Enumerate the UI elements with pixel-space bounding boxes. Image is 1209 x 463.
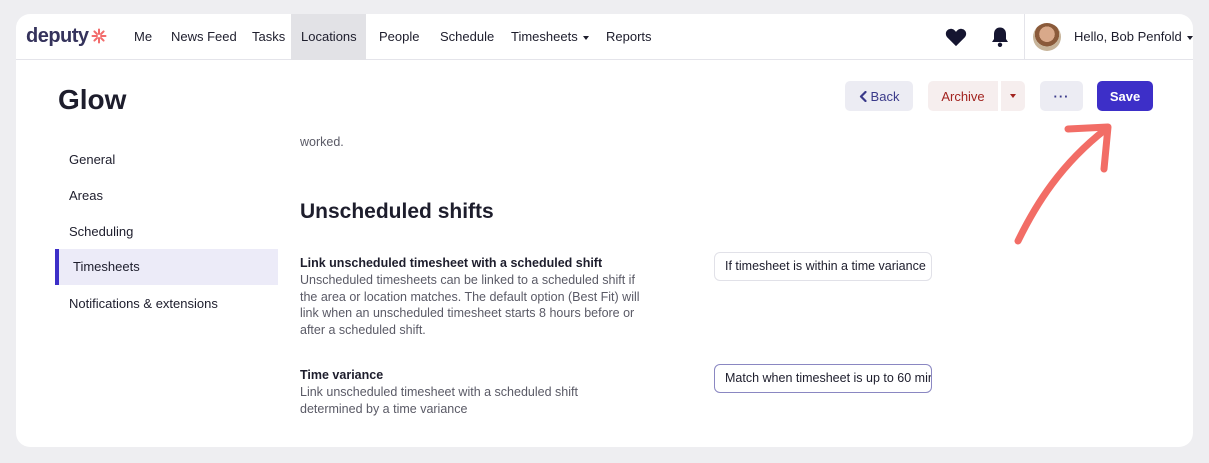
nav-item-people[interactable]: People [369, 14, 429, 60]
nav-item-label: Timesheets [511, 29, 578, 44]
back-label: Back [870, 88, 900, 104]
sidebar-item-timesheets[interactable]: Timesheets [55, 249, 278, 285]
nav-item-tasks[interactable]: Tasks [242, 14, 295, 60]
archive-label: Archive [941, 88, 985, 104]
setting-description: Unscheduled timesheets can be linked to … [300, 273, 640, 337]
nav-item-label: News Feed [171, 29, 237, 44]
more-options-button[interactable]: ··· [1040, 81, 1083, 111]
chevron-down-icon [1010, 94, 1016, 98]
sidebar-item-label: Scheduling [69, 224, 134, 239]
nav-item-label: Reports [606, 29, 652, 44]
nav-divider [1024, 14, 1025, 60]
nav-item-schedule[interactable]: Schedule [430, 14, 504, 60]
setting-title: Link unscheduled timesheet with a schedu… [300, 256, 603, 270]
nav-item-label: Tasks [252, 29, 286, 44]
archive-button[interactable]: Archive [928, 81, 998, 111]
section-heading: Unscheduled shifts [300, 200, 494, 223]
sidebar-item-scheduling[interactable]: Scheduling [55, 214, 278, 250]
link-unscheduled-select[interactable]: If timesheet is within a time variance [714, 252, 932, 281]
sidebar-item-label: General [69, 152, 116, 167]
sidebar-item-label: Notifications & extensions [69, 296, 218, 311]
time-variance-select[interactable]: Match when timesheet is up to 60 minutes [714, 364, 932, 393]
nav-item-label: Locations [301, 29, 357, 44]
nav-item-label: Me [134, 29, 153, 44]
top-nav: deputy Me News Feed Tasks Locations Peop… [16, 14, 1193, 60]
sidebar-item-label: Areas [69, 188, 103, 203]
sidebar-item-notifications[interactable]: Notifications & extensions [55, 286, 278, 322]
page-title: Glow [58, 84, 127, 115]
nav-item-label: Schedule [440, 29, 495, 44]
chevron-down-icon [582, 35, 589, 40]
nav-item-news-feed[interactable]: News Feed [161, 14, 247, 60]
avatar[interactable] [1033, 23, 1061, 51]
archive-dropdown-button[interactable] [1001, 81, 1025, 111]
annotation-arrow-icon [1014, 123, 1112, 245]
sidebar-item-label: Timesheets [73, 259, 140, 274]
app-window: deputy Me News Feed Tasks Locations Peop… [16, 14, 1193, 447]
chevron-down-icon [1186, 35, 1193, 40]
logo-text: deputy [26, 24, 89, 47]
setting-description: Link unscheduled timesheet with a schedu… [300, 385, 578, 416]
sidebar-item-areas[interactable]: Areas [55, 178, 278, 214]
nav-item-timesheets[interactable]: Timesheets [501, 14, 599, 60]
heart-icon[interactable] [944, 25, 968, 49]
previous-setting-text: worked. [300, 135, 344, 149]
nav-item-me[interactable]: Me [124, 14, 162, 60]
nav-item-locations[interactable]: Locations [291, 14, 366, 60]
setting-title: Time variance [300, 368, 384, 382]
logo-star-icon [91, 28, 107, 44]
deputy-logo[interactable]: deputy [26, 25, 107, 47]
nav-item-reports[interactable]: Reports [596, 14, 662, 60]
sidebar-item-general[interactable]: General [55, 142, 278, 178]
more-icon: ··· [1053, 88, 1070, 104]
save-button[interactable]: Save [1097, 81, 1153, 111]
back-button[interactable]: Back [845, 81, 913, 111]
user-greeting: Hello, Bob Penfold [1074, 29, 1182, 44]
save-label: Save [1109, 88, 1141, 104]
nav-item-label: People [379, 29, 420, 44]
bell-icon[interactable] [988, 25, 1012, 49]
chevron-left-icon [859, 90, 867, 102]
user-menu[interactable]: Hello, Bob Penfold [1074, 14, 1193, 60]
